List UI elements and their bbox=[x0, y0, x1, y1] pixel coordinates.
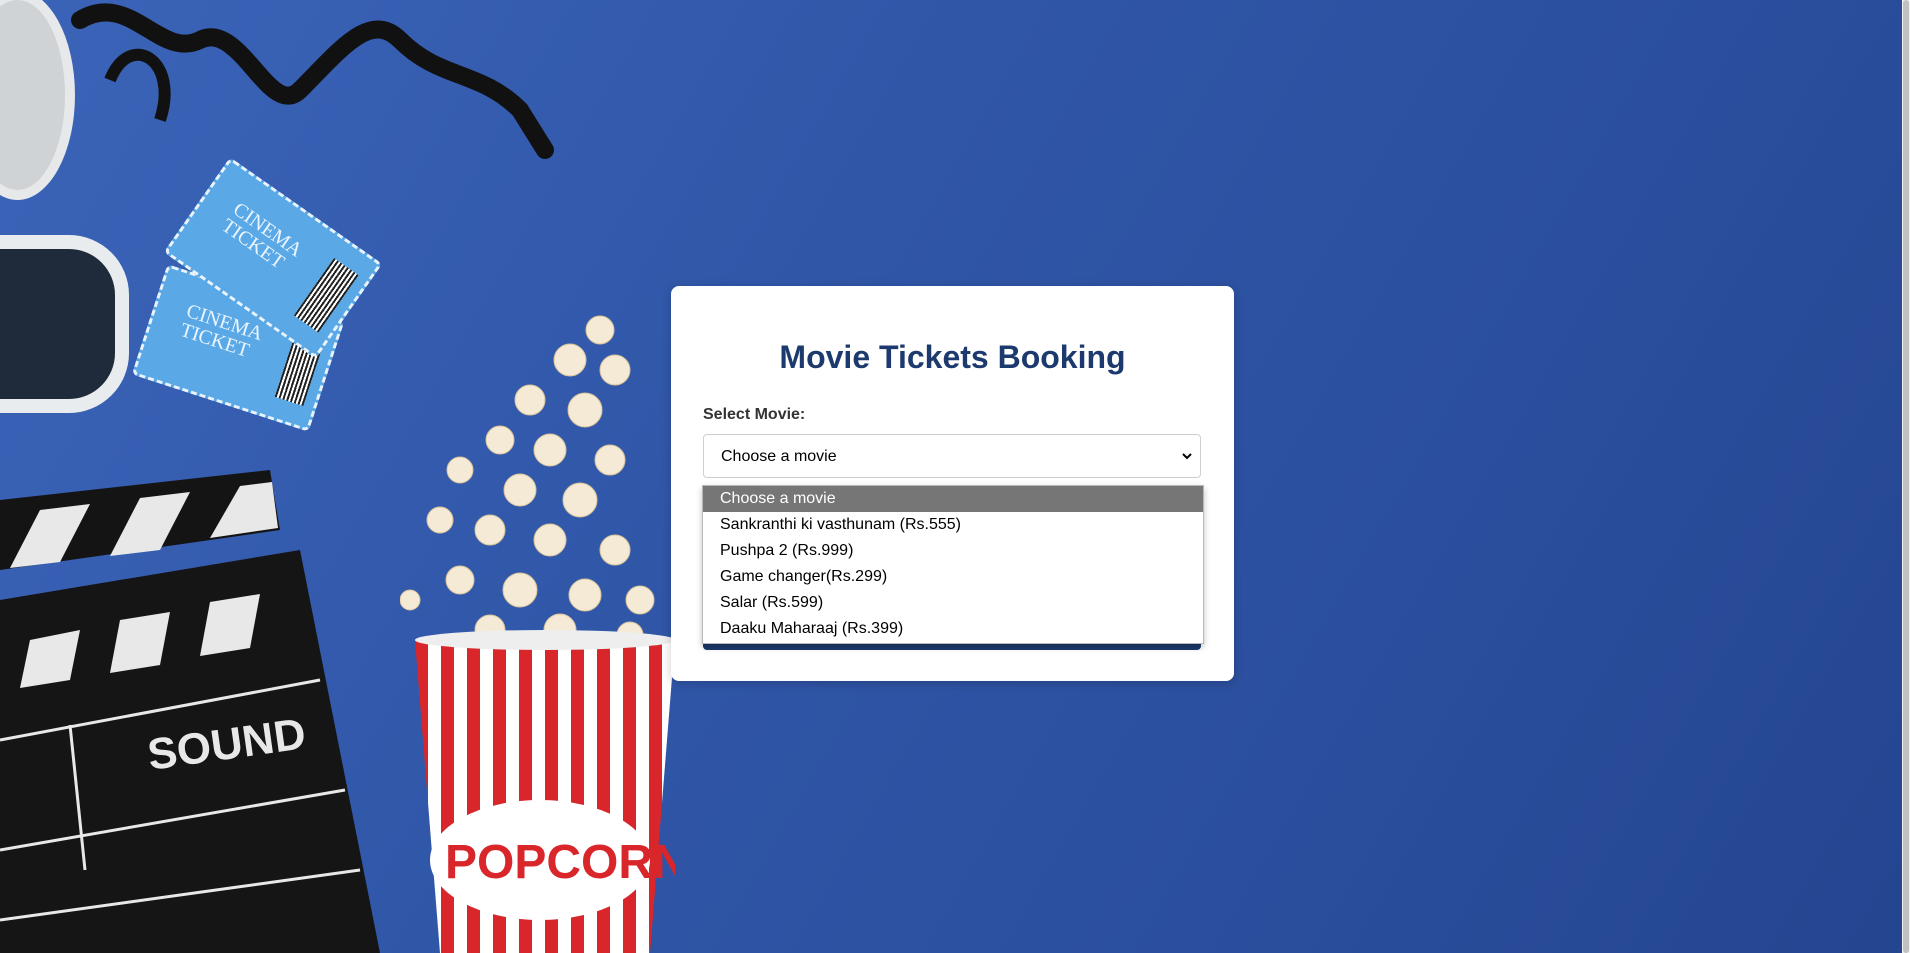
popcorn-decoration bbox=[400, 315, 655, 649]
movie-option[interactable]: Daaku Maharaaj (Rs.399) bbox=[703, 616, 1203, 642]
chevron-down-icon bbox=[1182, 453, 1192, 460]
popcorn-text: POPCORN bbox=[445, 836, 675, 889]
film-strip-decoration bbox=[71, 3, 554, 159]
scrollbar-thumb[interactable] bbox=[1903, 0, 1909, 953]
movie-dropdown-list: Choose a movie Sankranthi ki vasthunam (… bbox=[702, 485, 1204, 644]
movie-option[interactable]: Choose a movie bbox=[703, 486, 1203, 512]
movie-option[interactable]: Pushpa 2 (Rs.999) bbox=[703, 538, 1203, 564]
select-movie-label: Select Movie: bbox=[703, 406, 806, 423]
movie-option[interactable]: Game changer(Rs.299) bbox=[703, 564, 1203, 590]
movie-option[interactable]: Salar (Rs.599) bbox=[703, 590, 1203, 616]
page-scrollbar[interactable] bbox=[1902, 0, 1910, 953]
page-title: Movie Tickets Booking bbox=[779, 339, 1126, 375]
movie-option[interactable]: Sankranthi ki vasthunam (Rs.555) bbox=[703, 512, 1203, 538]
3d-glasses-decoration bbox=[0, 235, 129, 413]
movie-select-value: Choose a movie bbox=[721, 448, 837, 465]
clapperboard-decoration: SOUND bbox=[0, 470, 380, 953]
popcorn-cup-decoration: POPCORN bbox=[415, 630, 675, 953]
movie-select[interactable]: Choose a movie bbox=[703, 434, 1201, 478]
